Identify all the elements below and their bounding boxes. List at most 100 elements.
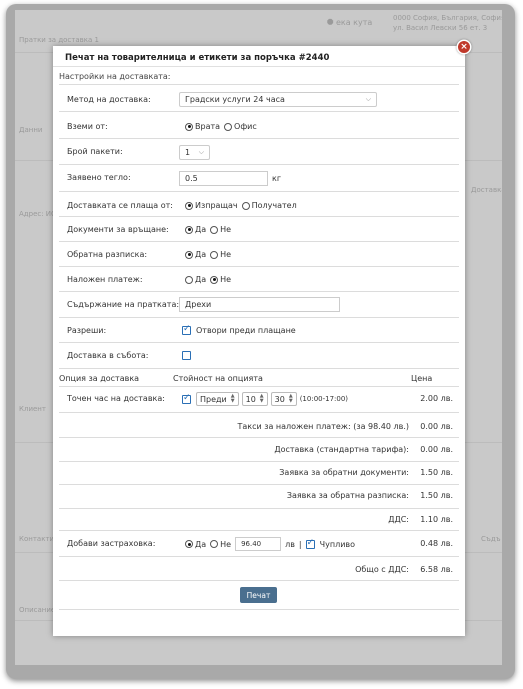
insurance-no-label: Не	[220, 539, 232, 549]
cod-yes-label: Да	[195, 275, 207, 284]
section-heading: Настройки на доставката:	[59, 72, 171, 81]
divider	[59, 241, 459, 242]
stepper-icon: ▲ ▼	[288, 393, 293, 404]
cod-label: Наложен платеж:	[67, 275, 143, 284]
col-value-header: Стойност на опцията	[173, 374, 263, 383]
saturday-checkbox[interactable]	[182, 351, 191, 360]
bg-address-1: 0000 София, България, София	[393, 14, 502, 22]
divider	[59, 317, 459, 318]
method-label: Метод на доставка:	[67, 95, 151, 104]
insurance-yes-radio[interactable]	[185, 540, 193, 548]
divider	[59, 556, 459, 557]
insurance-no-radio[interactable]	[210, 540, 219, 548]
pickup-office-label: Офис	[234, 122, 257, 131]
contents-label: Съдържание на пратката:	[67, 300, 180, 309]
fee-price: 1.50 лв.	[420, 491, 453, 500]
fragile-checkbox[interactable]	[305, 538, 315, 549]
divider	[59, 508, 459, 509]
fee-label: Доставка (стандартна тарифа):	[274, 445, 409, 454]
weight-unit: кг	[272, 174, 282, 183]
print-button[interactable]: Печат	[240, 587, 277, 603]
return-receipt-no-radio[interactable]	[210, 250, 219, 259]
time-mode-value: Преди	[200, 394, 227, 404]
pickup-label: Вземи от:	[67, 122, 108, 131]
stepper-icon: ▲ ▼	[259, 393, 264, 404]
fee-label: ДДС:	[388, 515, 409, 524]
close-icon[interactable]: ×	[458, 41, 470, 53]
return-receipt-yes-label: Да	[195, 250, 207, 259]
return-docs-yes-label: Да	[195, 225, 207, 234]
divider	[59, 291, 459, 292]
hour-select[interactable]: 10 ▲ ▼	[241, 392, 268, 406]
open-before-pay-checkbox[interactable]	[182, 324, 191, 335]
insurance-label: Добави застраховка:	[67, 539, 156, 548]
total-price: 6.58 лв.	[420, 565, 453, 574]
method-value: Градски услуги 24 часа	[185, 95, 285, 104]
divider	[59, 266, 459, 267]
payer-receiver-radio[interactable]	[241, 201, 250, 210]
divider	[59, 412, 459, 413]
hour-value: 10	[245, 394, 256, 404]
contents-input[interactable]: Дрехи	[179, 297, 340, 312]
divider	[59, 342, 459, 343]
fee-label: Заявка за обратни документи:	[279, 468, 409, 477]
packages-value: 1	[185, 148, 191, 157]
bg-side-5: Описание	[19, 606, 56, 614]
insurance-price: 0.48 лв.	[420, 539, 453, 548]
divider	[59, 164, 459, 165]
bg-side-2: Адрес: ИО	[19, 210, 57, 218]
pickup-door-label: Врата	[195, 122, 221, 131]
total-label: Общо с ДДС:	[355, 565, 409, 574]
fee-price: 1.10 лв.	[420, 515, 453, 524]
packages-select[interactable]: 1 ⌵	[179, 145, 210, 160]
dialog-title: Печат на товарителница и етикети за поръ…	[65, 53, 330, 63]
cod-no-radio[interactable]	[210, 275, 219, 284]
exact-time-checkbox[interactable]	[182, 393, 191, 404]
bg-store: ⯃ ека кута	[327, 18, 373, 27]
insurance-amount-input[interactable]: 96.40	[235, 537, 282, 551]
allow-label: Разреши:	[67, 326, 107, 335]
col-price-header: Цена	[411, 374, 433, 383]
return-receipt-yes-radio[interactable]	[185, 250, 193, 259]
minute-select[interactable]: 30 ▲ ▼	[270, 392, 297, 406]
insurance-yes-label: Да	[195, 539, 207, 549]
method-select[interactable]: Градски услуги 24 часа ⌵	[179, 92, 377, 107]
pickup-door-radio[interactable]	[185, 122, 193, 131]
return-docs-no-radio[interactable]	[210, 225, 219, 234]
divider	[59, 461, 459, 462]
divider	[59, 138, 459, 139]
open-before-pay-label: Отвори преди плащане	[196, 326, 296, 335]
chevron-down-icon: ⌵	[365, 95, 371, 103]
payer-sender-radio[interactable]	[185, 201, 193, 210]
divider	[59, 84, 459, 85]
payer-label: Доставката се плаща от:	[67, 201, 173, 210]
bg-address-2: ул. Васил Левски 56 ет. 3	[393, 24, 488, 32]
exact-time-price: 2.00 лв.	[420, 394, 453, 403]
cod-yes-radio[interactable]	[185, 275, 193, 284]
cod-no-label: Не	[220, 275, 232, 284]
insurance-currency: лв	[285, 539, 295, 549]
weight-input[interactable]: 0.5	[179, 171, 268, 186]
minute-value: 30	[274, 394, 285, 404]
bg-right-2: Съдъ	[481, 535, 501, 543]
bg-side-4: Контакти	[19, 535, 55, 543]
time-mode-select[interactable]: Преди ▲ ▼	[196, 392, 239, 406]
time-range: (10:00-17:00)	[299, 395, 349, 403]
return-docs-yes-radio[interactable]	[185, 225, 193, 234]
fee-price: 0.00 лв.	[420, 445, 453, 454]
fee-price: 1.50 лв.	[420, 468, 453, 477]
bg-side-1: Данни	[19, 126, 43, 134]
divider	[59, 609, 459, 610]
return-docs-label: Документи за връщане:	[67, 225, 169, 234]
divider	[59, 368, 459, 369]
pickup-office-radio[interactable]	[224, 122, 233, 131]
col-option-header: Опция за доставка	[59, 374, 140, 383]
print-dialog: Печат на товарителница и етикети за поръ…	[53, 41, 470, 636]
packages-label: Брой пакети:	[67, 147, 123, 156]
stepper-icon: ▲ ▼	[230, 393, 235, 404]
divider	[59, 386, 459, 387]
bg-right-1: Доставка	[471, 186, 502, 194]
divider	[53, 66, 465, 67]
exact-time-label: Точен час на доставка:	[67, 394, 165, 403]
chevron-down-icon: ⌵	[198, 148, 204, 156]
